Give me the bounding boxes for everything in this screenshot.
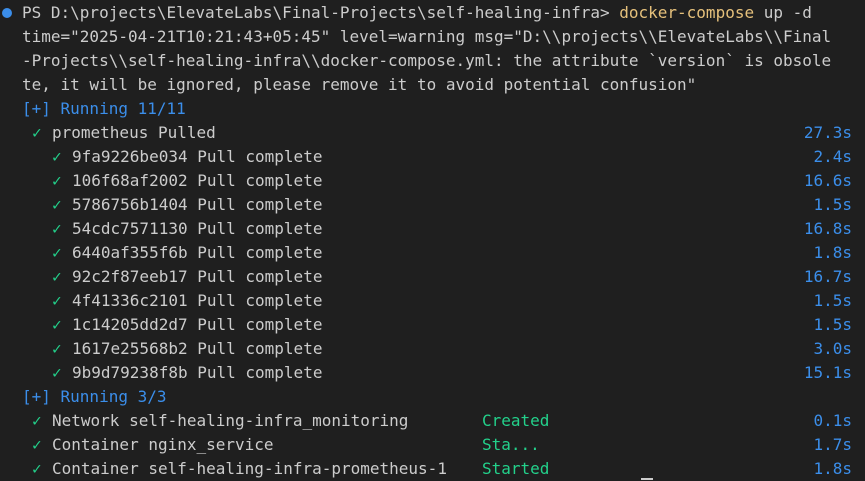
pull-time: 1.8s — [813, 243, 852, 262]
pull-label: 54cdc7571130 Pull complete — [72, 219, 323, 238]
check-icon: ✓ — [52, 243, 62, 262]
pull-row: ✓ 9fa9226be034 Pull complete 2.4s — [0, 145, 865, 169]
resource-status: Started — [482, 459, 550, 478]
command-args: up -d — [754, 3, 812, 22]
check-icon: ✓ — [32, 435, 42, 454]
resource-status: Created — [482, 411, 550, 430]
pull-label: 9b9d79238f8b Pull complete — [72, 363, 323, 382]
pull-label: 9fa9226be034 Pull complete — [72, 147, 323, 166]
running-header-resources: [+] Running 3/3 — [22, 387, 167, 406]
pull-parent-time: 27.3s — [803, 123, 852, 142]
pull-row: ✓ 5786756b1404 Pull complete 1.5s — [0, 193, 865, 217]
check-icon: ✓ — [52, 195, 62, 214]
pull-time: 1.5s — [813, 315, 852, 334]
pull-time: 1.5s — [813, 291, 852, 310]
resource-time: 0.1s — [813, 411, 852, 430]
resource-status: Sta... — [482, 435, 540, 454]
check-icon: ✓ — [32, 459, 42, 478]
check-icon: ✓ — [32, 411, 42, 430]
warning-line-2: -Projects\\self-healing-infra\\docker-co… — [22, 51, 832, 70]
resource-label: Network self-healing-infra_monitoring — [52, 411, 409, 430]
prompt-path: PS D:\projects\ElevateLabs\Final-Project… — [22, 3, 620, 22]
pull-time: 1.5s — [813, 195, 852, 214]
resource-label: Container self-healing-infra-prometheus-… — [52, 459, 447, 478]
check-icon: ✓ — [52, 171, 62, 190]
pull-time: 16.7s — [803, 267, 852, 286]
warning-line-3: te, it will be ignored, please remove it… — [22, 75, 697, 94]
pull-row: ✓ 4f41336c2101 Pull complete 1.5s — [0, 289, 865, 313]
pull-row: ✓ 6440af355f6b Pull complete 1.8s — [0, 241, 865, 265]
pull-label: 1617e25568b2 Pull complete — [72, 339, 323, 358]
pull-label: 5786756b1404 Pull complete — [72, 195, 323, 214]
pull-time: 2.4s — [813, 147, 852, 166]
pull-label: 4f41336c2101 Pull complete — [72, 291, 323, 310]
pull-label: 6440af355f6b Pull complete — [72, 243, 323, 262]
pull-row: ✓ 1c14205dd2d7 Pull complete 1.5s — [0, 313, 865, 337]
pull-row: ✓ 9b9d79238f8b Pull complete 15.1s — [0, 361, 865, 385]
check-icon: ✓ — [52, 267, 62, 286]
pull-label: 1c14205dd2d7 Pull complete — [72, 315, 323, 334]
pull-time: 3.0s — [813, 339, 852, 358]
command-name: docker-compose — [619, 3, 755, 22]
pull-parent-label: prometheus Pulled — [52, 123, 216, 142]
pull-parent-row: ✓ prometheus Pulled 27.3s — [0, 121, 865, 145]
check-icon: ✓ — [32, 123, 42, 142]
check-icon: ✓ — [52, 339, 62, 358]
warning-line-1: time="2025-04-21T10:21:43+05:45" level=w… — [22, 27, 832, 46]
resource-row: ✓ Network self-healing-infra_monitoring … — [0, 409, 865, 433]
pull-row: ✓ 54cdc7571130 Pull complete 16.8s — [0, 217, 865, 241]
terminal-window[interactable]: PS D:\projects\ElevateLabs\Final-Project… — [0, 0, 865, 481]
resource-time: 1.7s — [813, 435, 852, 454]
check-icon: ✓ — [52, 291, 62, 310]
resource-row: ✓ Container nginx_service Sta... 1.7s — [0, 433, 865, 457]
text-cursor — [641, 478, 653, 480]
pull-row: ✓ 106f68af2002 Pull complete 16.6s — [0, 169, 865, 193]
resource-label: Container nginx_service — [52, 435, 274, 454]
running-header-pull: [+] Running 11/11 — [22, 99, 186, 118]
pull-label: 92c2f87eeb17 Pull complete — [72, 267, 323, 286]
check-icon: ✓ — [52, 315, 62, 334]
pull-time: 15.1s — [803, 363, 852, 382]
check-icon: ✓ — [52, 219, 62, 238]
check-icon: ✓ — [52, 363, 62, 382]
check-icon: ✓ — [52, 147, 62, 166]
pull-label: 106f68af2002 Pull complete — [72, 171, 323, 190]
prompt-line: PS D:\projects\ElevateLabs\Final-Project… — [0, 1, 865, 25]
resource-time: 1.8s — [813, 459, 852, 478]
pull-row: ✓ 92c2f87eeb17 Pull complete 16.7s — [0, 265, 865, 289]
resource-row: ✓ Container self-healing-infra-prometheu… — [0, 457, 865, 481]
pull-time: 16.8s — [803, 219, 852, 238]
pull-row: ✓ 1617e25568b2 Pull complete 3.0s — [0, 337, 865, 361]
pull-time: 16.6s — [803, 171, 852, 190]
command-status-dot-icon[interactable] — [2, 8, 12, 18]
